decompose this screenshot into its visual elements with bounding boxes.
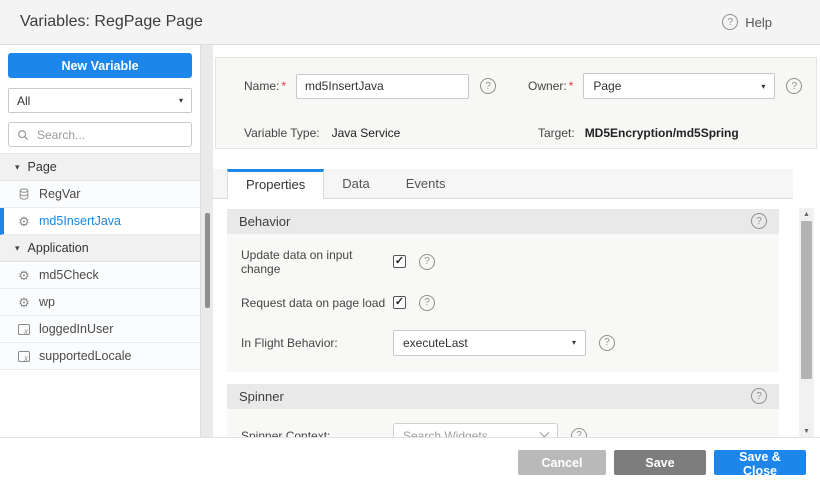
- sidebar-item-supportedlocale[interactable]: x supportedLocale: [0, 343, 200, 370]
- target-value: MD5Encryption/md5Spring: [585, 126, 739, 140]
- request-on-load-label: Request data on page load: [241, 296, 393, 310]
- behavior-section: Behavior ? Update data on input change ✓…: [227, 209, 779, 372]
- spinner-section-header: Spinner ?: [227, 384, 779, 409]
- tab-data[interactable]: Data: [324, 169, 387, 198]
- collapse-triangle-icon[interactable]: ▾: [15, 243, 20, 254]
- variable-info-box: Name:* ? Owner:* Page ▾ ? Variable Ty: [215, 57, 817, 149]
- update-on-input-label: Update data on input change: [241, 248, 393, 276]
- chevron-down-icon: [540, 428, 550, 437]
- service-variable-icon: [17, 187, 31, 201]
- owner-help-icon[interactable]: ?: [786, 78, 802, 94]
- request-on-load-help-icon[interactable]: ?: [419, 295, 435, 311]
- name-label: Name:*: [244, 79, 286, 93]
- sidebar-item-loggedinuser[interactable]: x loggedInUser: [0, 316, 200, 343]
- static-variable-icon: x: [17, 322, 31, 336]
- java-service-variable-icon: ⚙: [17, 268, 31, 282]
- required-asterisk: *: [281, 79, 286, 93]
- save-button[interactable]: Save: [614, 450, 706, 475]
- target-label: Target:: [538, 126, 575, 140]
- required-asterisk: *: [569, 79, 574, 93]
- variable-label: wp: [39, 295, 55, 309]
- scroll-down-icon[interactable]: ▼: [799, 425, 814, 437]
- owner-select[interactable]: Page ▾: [583, 73, 775, 99]
- sidebar-group-page[interactable]: ▾ Page: [0, 154, 200, 181]
- spinner-help-icon[interactable]: ?: [751, 388, 767, 404]
- help-circle-icon[interactable]: ?: [722, 14, 738, 30]
- java-service-variable-icon: ⚙: [17, 214, 31, 228]
- request-on-load-checkbox[interactable]: ✓: [393, 296, 406, 309]
- in-flight-selected-value: executeLast: [403, 336, 468, 350]
- behavior-section-header: Behavior ?: [227, 209, 779, 234]
- spinner-context-placeholder: Search Widgets: [403, 429, 488, 437]
- chevron-down-icon: ▾: [572, 338, 576, 347]
- group-label: Page: [28, 160, 57, 174]
- sidebar-item-wp[interactable]: ⚙ wp: [0, 289, 200, 316]
- search-icon: [16, 128, 30, 142]
- owner-selected-value: Page: [593, 79, 621, 93]
- behavior-help-icon[interactable]: ?: [751, 213, 767, 229]
- sidebar-search: [8, 122, 192, 147]
- dialog-footer: Cancel Save Save & Close: [0, 438, 820, 487]
- behavior-section-title: Behavior: [239, 214, 290, 229]
- help-label: Help: [745, 15, 772, 30]
- variable-label: md5InsertJava: [39, 214, 121, 228]
- variable-detail-panel: Name:* ? Owner:* Page ▾ ? Variable Ty: [213, 45, 820, 437]
- variable-label: md5Check: [39, 268, 99, 282]
- tab-events[interactable]: Events: [388, 169, 464, 198]
- spinner-section-body: Spinner Context: Search Widgets ?: [227, 409, 779, 437]
- owner-label: Owner:*: [528, 79, 573, 93]
- variable-label: loggedInUser: [39, 322, 113, 336]
- group-label: Application: [28, 241, 89, 255]
- in-flight-help-icon[interactable]: ?: [599, 335, 615, 351]
- page-title: Variables: RegPage Page: [20, 13, 203, 31]
- cancel-button[interactable]: Cancel: [518, 450, 606, 475]
- variables-sidebar: New Variable All ▾ ▾ Page: [0, 45, 200, 437]
- properties-scrollbar-track[interactable]: [799, 220, 814, 425]
- properties-scrollbar-thumb[interactable]: [801, 221, 812, 379]
- filter-selected-value: All: [17, 94, 30, 108]
- in-flight-behavior-label: In Flight Behavior:: [241, 336, 393, 350]
- search-input[interactable]: [35, 127, 184, 143]
- sidebar-item-regvar[interactable]: RegVar: [0, 181, 200, 208]
- variable-label: supportedLocale: [39, 349, 131, 363]
- sidebar-item-md5insertjava[interactable]: ⚙ md5InsertJava: [0, 208, 200, 235]
- variable-type-value: Java Service: [332, 126, 401, 140]
- spinner-context-combobox[interactable]: Search Widgets: [393, 423, 558, 437]
- help-link[interactable]: ? Help: [722, 14, 772, 30]
- static-variable-icon: x: [17, 349, 31, 363]
- variables-dialog: Variables: RegPage Page ? Help New Varia…: [0, 0, 820, 487]
- spinner-context-help-icon[interactable]: ?: [571, 428, 587, 437]
- variable-type-label: Variable Type:: [244, 126, 320, 140]
- variable-filter-select[interactable]: All ▾: [8, 88, 192, 113]
- variable-list: ▾ Page RegVar ⚙ md5InsertJava ▾ Applicat…: [0, 153, 200, 437]
- java-service-variable-icon: ⚙: [17, 295, 31, 309]
- sidebar-group-application[interactable]: ▾ Application: [0, 235, 200, 262]
- scroll-up-icon[interactable]: ▲: [799, 208, 814, 220]
- tab-properties[interactable]: Properties: [227, 169, 324, 199]
- spinner-context-label: Spinner Context:: [241, 429, 393, 437]
- sidebar-scrollbar-thumb[interactable]: [205, 213, 210, 308]
- name-field[interactable]: [296, 74, 469, 99]
- update-on-input-checkbox[interactable]: ✓: [393, 255, 406, 268]
- variable-label: RegVar: [39, 187, 80, 201]
- behavior-section-body: Update data on input change ✓ ? Request …: [227, 234, 779, 372]
- spinner-section-title: Spinner: [239, 389, 284, 404]
- properties-tab-panel: Behavior ? Update data on input change ✓…: [213, 199, 793, 437]
- save-and-close-button[interactable]: Save & Close: [714, 450, 806, 475]
- spinner-section: Spinner ? Spinner Context: Search Widget…: [227, 384, 779, 437]
- collapse-triangle-icon[interactable]: ▾: [15, 162, 20, 173]
- in-flight-behavior-select[interactable]: executeLast ▾: [393, 330, 586, 356]
- name-help-icon[interactable]: ?: [480, 78, 496, 94]
- sidebar-scrollbar[interactable]: [200, 45, 213, 437]
- properties-scrollbar[interactable]: ▲ ▼: [799, 208, 814, 437]
- sidebar-item-md5check[interactable]: ⚙ md5Check: [0, 262, 200, 289]
- chevron-down-icon: ▾: [179, 96, 183, 105]
- update-on-input-help-icon[interactable]: ?: [419, 254, 435, 270]
- new-variable-button[interactable]: New Variable: [8, 53, 192, 78]
- detail-tabs: Properties Data Events: [213, 169, 793, 199]
- chevron-down-icon: ▾: [761, 82, 765, 91]
- dialog-header: Variables: RegPage Page ? Help: [0, 0, 820, 45]
